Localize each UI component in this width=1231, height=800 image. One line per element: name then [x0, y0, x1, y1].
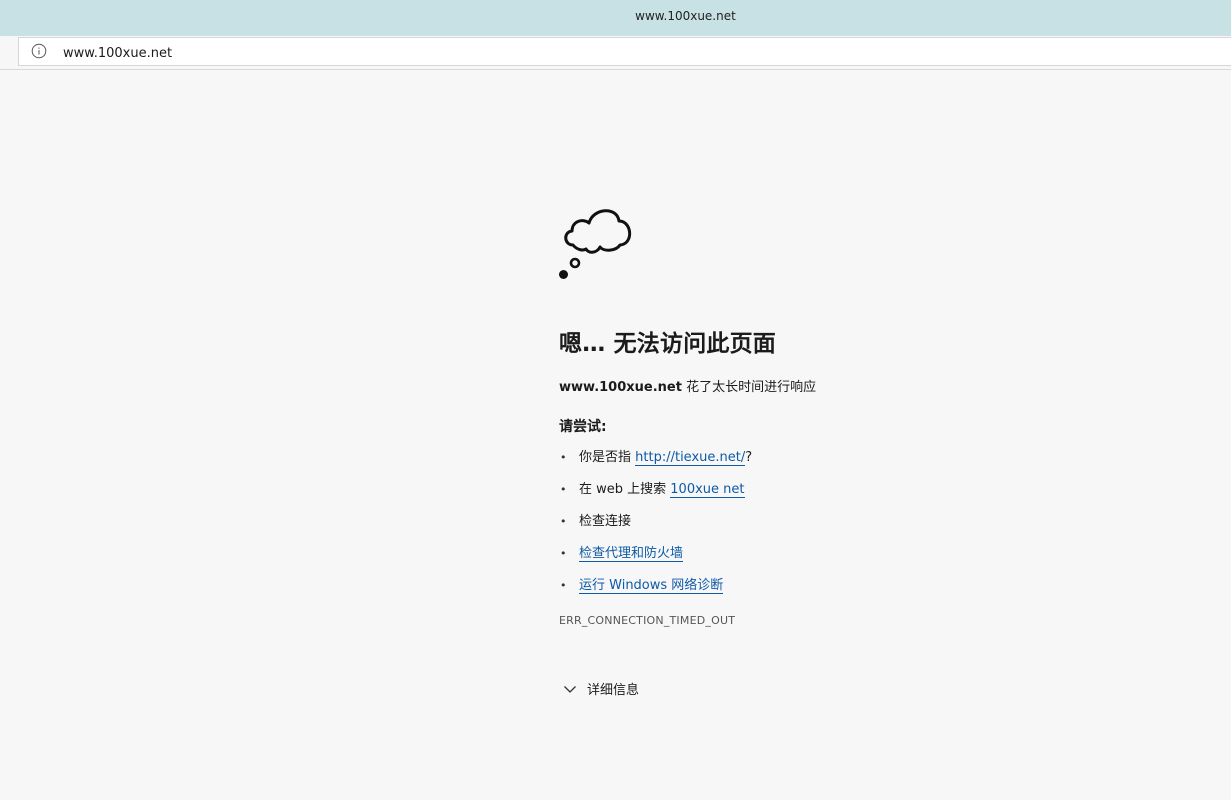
- suggestion-check-connection: 检查连接: [559, 512, 1159, 544]
- did-you-mean-link[interactable]: http://tiexue.net/: [635, 450, 746, 466]
- error-host: www.100xue.net: [559, 380, 682, 395]
- error-title: 嗯… 无法访问此页面: [559, 331, 777, 357]
- error-message: www.100xue.net 花了太长时间进行响应: [559, 378, 1159, 398]
- toolbar-divider: [0, 69, 1231, 70]
- details-toggle[interactable]: 详细信息: [559, 679, 659, 698]
- suggestion-network-diagnostics: 运行 Windows 网络诊断: [559, 576, 1159, 608]
- thought-cloud-icon: [559, 209, 632, 279]
- window-titlebar: www.100xue.net: [0, 0, 1231, 36]
- details-label: 详细信息: [587, 683, 640, 698]
- suggestion-list: 你是否指 http://tiexue.net/? 在 web 上搜索 100xu…: [559, 448, 1159, 608]
- suggestion-web-search: 在 web 上搜索 100xue net: [559, 480, 1159, 512]
- window-title: www.100xue.net: [635, 9, 736, 23]
- chevron-down-icon: [564, 685, 576, 693]
- suggestion-check-proxy-firewall: 检查代理和防火墙: [559, 544, 1159, 576]
- network-diagnostics-link[interactable]: 运行 Windows 网络诊断: [579, 578, 724, 594]
- address-bar[interactable]: [18, 37, 1231, 66]
- web-search-link[interactable]: 100xue net: [670, 482, 745, 498]
- error-content: 嗯… 无法访问此页面 www.100xue.net 花了太长时间进行响应 请尝试…: [559, 204, 1159, 698]
- error-message-text: 花了太长时间进行响应: [686, 380, 817, 395]
- check-proxy-firewall-link[interactable]: 检查代理和防火墙: [579, 546, 684, 562]
- try-label: 请尝试:: [559, 419, 607, 435]
- info-icon[interactable]: [31, 43, 47, 59]
- address-input[interactable]: [61, 41, 1165, 65]
- error-code: ERR_CONNECTION_TIMED_OUT: [559, 614, 736, 627]
- suggestion-did-you-mean: 你是否指 http://tiexue.net/?: [559, 448, 1159, 480]
